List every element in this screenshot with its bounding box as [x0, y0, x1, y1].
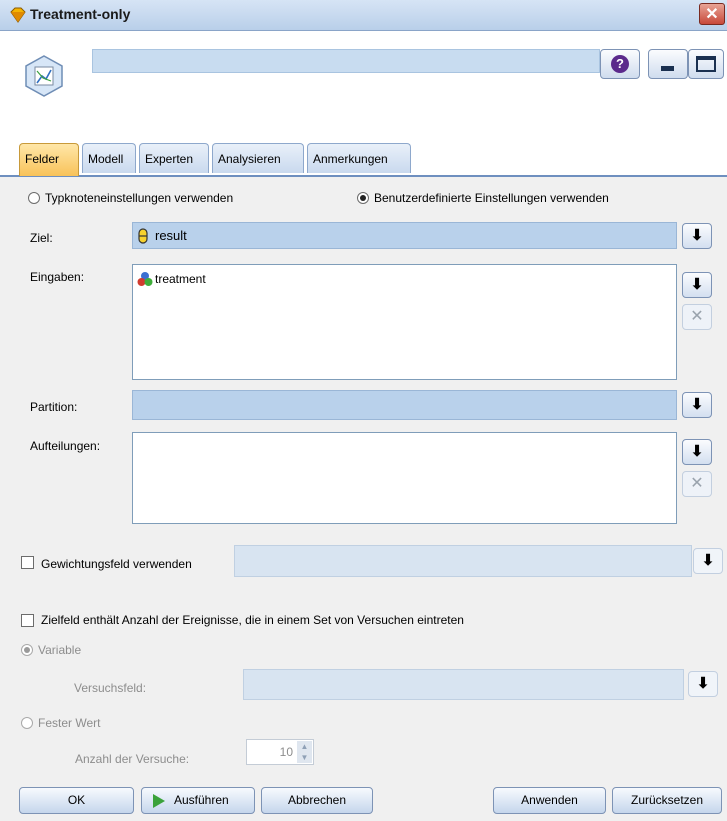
- events-label: Zielfeld enthält Anzahl der Ereignisse, …: [41, 613, 464, 627]
- trials-picker-button: ⬇: [688, 671, 718, 697]
- splits-picker-button[interactable]: ⬇: [682, 439, 712, 465]
- inputs-label: Eingaben:: [30, 270, 85, 284]
- minimize-button[interactable]: [648, 49, 688, 79]
- model-node-icon: [25, 55, 63, 97]
- tab-anmerkungen[interactable]: Anmerkungen: [307, 143, 411, 173]
- fixed-value-radio[interactable]: [21, 717, 33, 729]
- target-picker-button[interactable]: ⬇: [682, 223, 712, 249]
- splits-label: Aufteilungen:: [30, 439, 101, 453]
- window-title: Treatment-only: [30, 6, 131, 22]
- run-button[interactable]: Ausführen: [141, 787, 255, 814]
- num-trials-value: 10: [279, 745, 293, 759]
- splits-remove-button[interactable]: ✕: [682, 471, 712, 497]
- tab-felder[interactable]: Felder: [19, 143, 79, 176]
- custom-settings-label: Benutzerdefinierte Einstellungen verwend…: [374, 191, 609, 205]
- help-button[interactable]: ?: [600, 49, 640, 79]
- node-header: [0, 31, 727, 141]
- trials-field: [243, 669, 684, 700]
- tab-analysieren[interactable]: Analysieren: [212, 143, 304, 173]
- type-node-settings-radio[interactable]: [28, 192, 40, 204]
- help-icon: ?: [611, 55, 629, 73]
- weight-field-checkbox[interactable]: [21, 556, 34, 569]
- target-value: result: [155, 228, 187, 243]
- maximize-icon: [696, 56, 716, 72]
- delete-icon: ✕: [690, 308, 704, 325]
- weight-field: [234, 545, 692, 577]
- reset-button[interactable]: Zurücksetzen: [612, 787, 722, 814]
- partition-label: Partition:: [30, 400, 78, 414]
- events-checkbox[interactable]: [21, 614, 34, 627]
- inputs-picker-button[interactable]: ⬇: [682, 272, 712, 298]
- type-node-settings-label: Typknoteneinstellungen verwenden: [45, 191, 234, 205]
- variable-radio[interactable]: [21, 644, 33, 656]
- tab-experten[interactable]: Experten: [139, 143, 209, 173]
- target-field[interactable]: result: [132, 222, 677, 249]
- gem-icon: [10, 7, 26, 23]
- flag-field-icon: [138, 228, 148, 244]
- run-button-label: Ausführen: [174, 793, 229, 807]
- ok-button[interactable]: OK: [19, 787, 134, 814]
- stepper-down-icon[interactable]: ▼: [297, 752, 312, 763]
- num-trials-label: Anzahl der Versuche:: [75, 752, 190, 766]
- node-name-field[interactable]: [92, 49, 600, 73]
- close-button[interactable]: ✕: [699, 3, 725, 25]
- partition-picker-button[interactable]: ⬇: [682, 392, 712, 418]
- delete-icon: ✕: [690, 475, 704, 492]
- tab-modell[interactable]: Modell: [82, 143, 136, 173]
- title-bar: Treatment-only ✕: [0, 0, 727, 31]
- minimize-icon: [661, 66, 674, 71]
- splits-listbox[interactable]: [132, 432, 677, 524]
- trials-field-label: Versuchsfeld:: [74, 681, 147, 695]
- play-icon: [153, 794, 165, 808]
- num-trials-stepper[interactable]: 10 ▲ ▼: [246, 739, 314, 765]
- apply-button[interactable]: Anwenden: [493, 787, 606, 814]
- target-label: Ziel:: [30, 231, 53, 245]
- set-field-icon: [137, 272, 153, 286]
- inputs-remove-button[interactable]: ✕: [682, 304, 712, 330]
- weight-picker-button: ⬇: [693, 548, 723, 574]
- stepper-up-icon[interactable]: ▲: [297, 741, 312, 752]
- input-field-name: treatment: [155, 272, 206, 286]
- inputs-listbox[interactable]: treatment: [132, 264, 677, 380]
- cancel-button[interactable]: Abbrechen: [261, 787, 373, 814]
- variable-label: Variable: [38, 643, 82, 657]
- maximize-button[interactable]: [688, 49, 724, 79]
- partition-field[interactable]: [132, 390, 677, 420]
- fixed-value-label: Fester Wert: [38, 716, 101, 730]
- custom-settings-radio[interactable]: [357, 192, 369, 204]
- weight-field-label: Gewichtungsfeld verwenden: [41, 557, 192, 571]
